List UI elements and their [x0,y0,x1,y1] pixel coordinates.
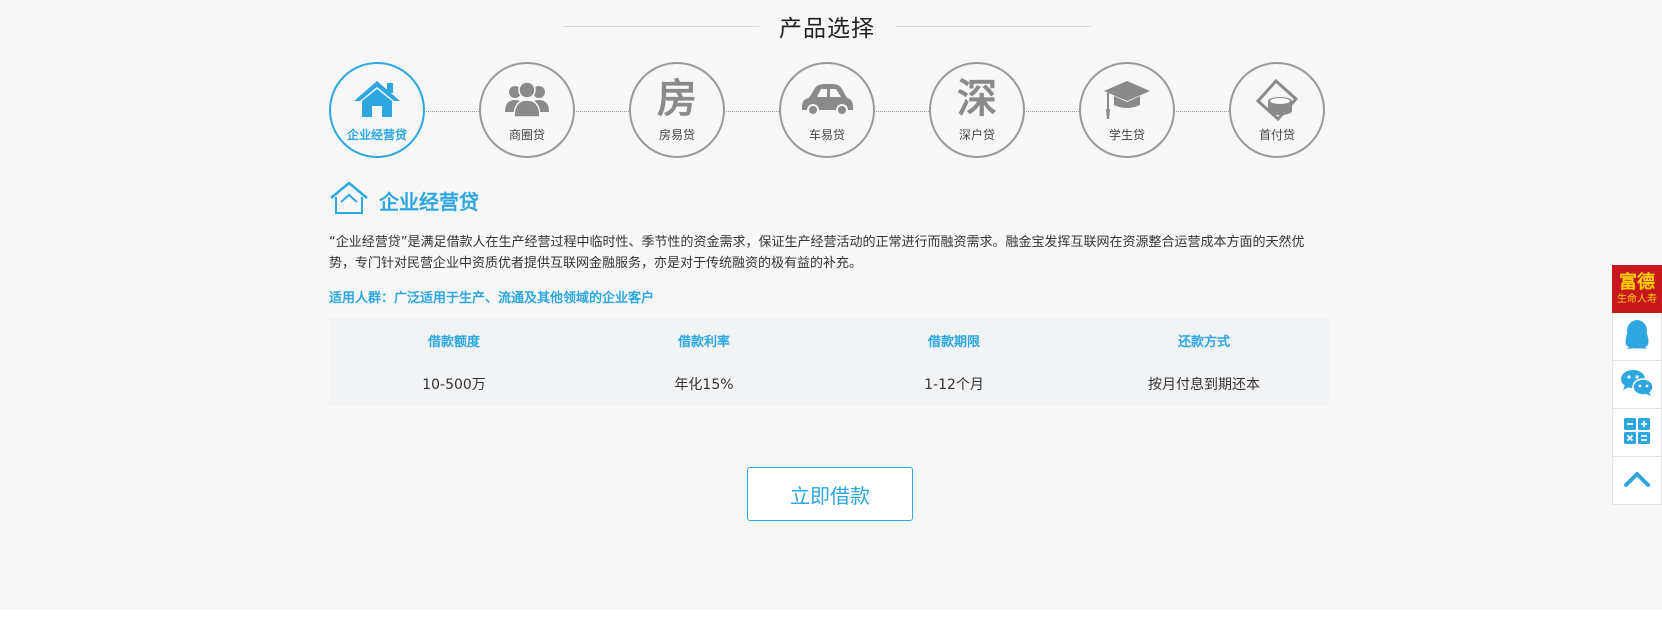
product-label: 房易贷 [658,128,695,142]
table-cell: 10-500万 [422,377,486,393]
product-shopping-district-loan[interactable]: 商圈贷 [479,62,575,158]
logo-text-main: 富德 [1619,271,1655,293]
product-student-loan[interactable]: 学生贷 [1079,62,1175,158]
calculator-icon [1623,417,1651,449]
product-house-loan[interactable]: 房 房易贷 [629,62,725,158]
shen-character-icon: 深 [957,75,997,122]
house-icon [331,76,423,122]
table-header-cell: 借款期限 [927,334,980,350]
table-header-cell: 借款额度 [427,334,480,350]
table-header-row: 借款额度 借款利率 借款期限 还款方式 [329,318,1329,362]
qq-icon [1622,319,1652,355]
calculator-button[interactable] [1612,409,1662,457]
wechat-icon [1620,368,1654,402]
insurance-logo[interactable]: 富德 生命人寿 [1612,265,1662,313]
product-description: “企业经营贷”是满足借款人在生产经营过程中临时性、季节性的资金需求，保证生产经营… [329,235,1305,271]
table-cell: 1-12个月 [924,377,984,393]
logo-text-sub: 生命人寿 [1617,293,1657,305]
table-cell: 按月付息到期还本 [1148,377,1260,393]
qq-button[interactable] [1612,313,1662,361]
section-title-text: 产品选择 [779,16,875,42]
product-label: 企业经营贷 [346,128,407,142]
back-to-top-button[interactable] [1612,457,1662,505]
apply-now-button[interactable]: 立即借款 [747,467,913,521]
title-right-divider [895,25,1091,27]
table-cell: 年化15% [674,377,734,393]
detail-heading: 企业经营贷 [329,180,479,220]
product-label: 首付贷 [1258,128,1295,142]
back-to-top-icon [1623,469,1651,493]
product-down-payment-loan[interactable]: 首付贷 [1229,62,1325,158]
house-outline-icon [329,180,369,220]
loan-terms-table: 借款额度 借款利率 借款期限 还款方式 10-500万 年化15% 1-12个月… [329,318,1329,406]
title-left-divider [563,25,759,27]
detail-title: 企业经营贷 [379,189,479,214]
product-label: 商圈贷 [508,128,545,142]
car-icon [781,76,873,122]
table-row: 10-500万 年化15% 1-12个月 按月付息到期还本 [329,362,1329,406]
table-header-cell: 还款方式 [1177,334,1230,350]
group-icon [481,76,573,122]
product-label: 学生贷 [1108,128,1145,142]
product-business-loan[interactable]: 企业经营贷 [329,62,425,158]
product-label: 深户贷 [958,128,995,142]
floating-sidebar: 富德 生命人寿 [1612,265,1662,505]
product-label: 车易贷 [808,128,845,142]
fang-character-icon: 房 [657,75,697,122]
product-shenzhen-hukou-loan[interactable]: 深 深户贷 [929,62,1025,158]
coins-wallet-icon [1231,76,1323,122]
product-car-loan[interactable]: 车易贷 [779,62,875,158]
section-title: 产品选择 [563,8,1091,44]
graduation-cap-icon [1081,76,1173,122]
wechat-button[interactable] [1612,361,1662,409]
target-audience: 适用人群：广泛适用于生产、流通及其他领域的企业客户 [329,291,655,306]
table-header-cell: 借款利率 [677,334,730,350]
product-selector: 企业经营贷 商圈贷 房 房易贷 车易贷 深 深户贷 学生贷 首付贷 [329,62,1329,162]
